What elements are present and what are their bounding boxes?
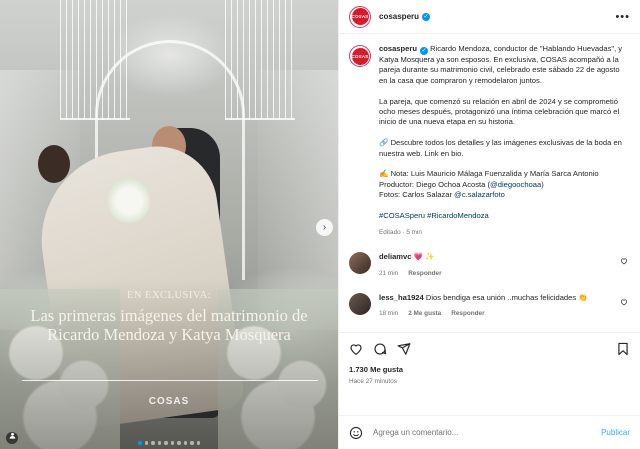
reply-button[interactable]: Responder xyxy=(451,310,484,317)
comment-item: deliamvc 💗 ✨ 21 min Responder xyxy=(349,252,630,279)
carousel-dot[interactable] xyxy=(196,441,200,445)
comment-time: 21 min xyxy=(379,269,399,277)
image-logo: COSAS xyxy=(148,396,190,407)
heart-icon[interactable] xyxy=(620,257,628,267)
comment-username[interactable]: less_ha1924 xyxy=(379,293,424,302)
caption-paragraph: La pareja, que comenzó su relación en ab… xyxy=(379,96,620,127)
emoji-icon[interactable] xyxy=(349,426,363,440)
post-header: COSAS cosasperu ✓ ••• xyxy=(339,0,640,34)
more-icon[interactable]: ••• xyxy=(615,11,630,23)
next-icon[interactable]: › xyxy=(316,219,333,236)
caption-username[interactable]: cosasperu xyxy=(379,44,417,53)
mention-link[interactable]: @c.salazarfoto xyxy=(454,190,505,199)
likes-count[interactable]: 1.730 Me gusta xyxy=(349,365,630,374)
comment-item: less_ha1924 Dios bendiga esa unión ..muc… xyxy=(349,293,630,320)
header-username[interactable]: cosasperu xyxy=(379,12,419,21)
carousel-dot[interactable] xyxy=(170,441,174,445)
carousel-dot[interactable] xyxy=(177,441,181,445)
carousel-dot[interactable] xyxy=(183,441,187,445)
comments-section[interactable]: COSAS cosasperu ✓ Ricardo Mendoza, conduc… xyxy=(339,34,640,332)
comment-icon[interactable] xyxy=(373,342,387,356)
heart-icon[interactable] xyxy=(620,298,628,308)
avatar[interactable] xyxy=(349,252,371,275)
comment-text: Dios bendiga esa unión ..muchas felicida… xyxy=(423,293,588,303)
heart-icon[interactable] xyxy=(349,342,363,356)
comment-likes[interactable]: 2 Me gusta xyxy=(408,310,441,317)
bookmark-icon[interactable] xyxy=(616,342,630,356)
carousel-dot[interactable] xyxy=(157,441,161,445)
carousel-dot[interactable] xyxy=(164,441,168,445)
carousel-dots xyxy=(0,441,338,445)
avatar[interactable]: COSAS xyxy=(349,5,371,28)
image-kicker: EN EXCLUSIVA: xyxy=(126,290,212,301)
caption: COSAS cosasperu ✓ Ricardo Mendoza, conduc… xyxy=(349,44,630,238)
mention-link[interactable]: @diegoochoaa xyxy=(490,180,541,189)
hashtags[interactable]: #COSASperu #RicardoMendoza xyxy=(379,211,630,221)
caption-paragraph: 🔗 Descubre todos los detalles y las imág… xyxy=(379,138,622,158)
verified-icon: ✓ xyxy=(420,47,428,55)
comment-text: 💗 ✨ xyxy=(411,252,435,262)
caption-credits: ✍️ Nota: Luis Mauricio Málaga Fuenzalida… xyxy=(379,169,599,200)
caption-meta: Editado · 5 min xyxy=(379,228,422,236)
add-comment-bar: Publicar xyxy=(339,415,640,449)
avatar[interactable] xyxy=(349,293,371,316)
share-icon[interactable] xyxy=(397,342,411,356)
carousel-dot[interactable] xyxy=(144,441,148,445)
carousel-dot[interactable] xyxy=(190,441,194,445)
post-panel: COSAS cosasperu ✓ ••• COSAS cosasperu ✓ R… xyxy=(338,0,640,449)
post-image[interactable]: EN EXCLUSIVA: Las primeras imágenes del … xyxy=(0,0,338,449)
image-headline: Las primeras imágenes del matrimonio de … xyxy=(30,306,308,344)
publish-button[interactable]: Publicar xyxy=(601,428,630,437)
comment-input[interactable] xyxy=(373,428,602,437)
post-time[interactable]: Hace 27 minutos xyxy=(349,378,630,385)
image-divider xyxy=(22,380,318,381)
reply-button[interactable]: Responder xyxy=(408,270,441,277)
carousel-dot[interactable] xyxy=(151,441,155,445)
carousel-dot[interactable] xyxy=(138,441,142,445)
comment-time: 18 min xyxy=(379,310,399,318)
action-bar: 1.730 Me gusta Hace 27 minutos xyxy=(339,332,640,415)
avatar[interactable]: COSAS xyxy=(349,45,371,67)
verified-icon: ✓ xyxy=(422,12,431,21)
comment-username[interactable]: deliamvc xyxy=(379,252,412,261)
